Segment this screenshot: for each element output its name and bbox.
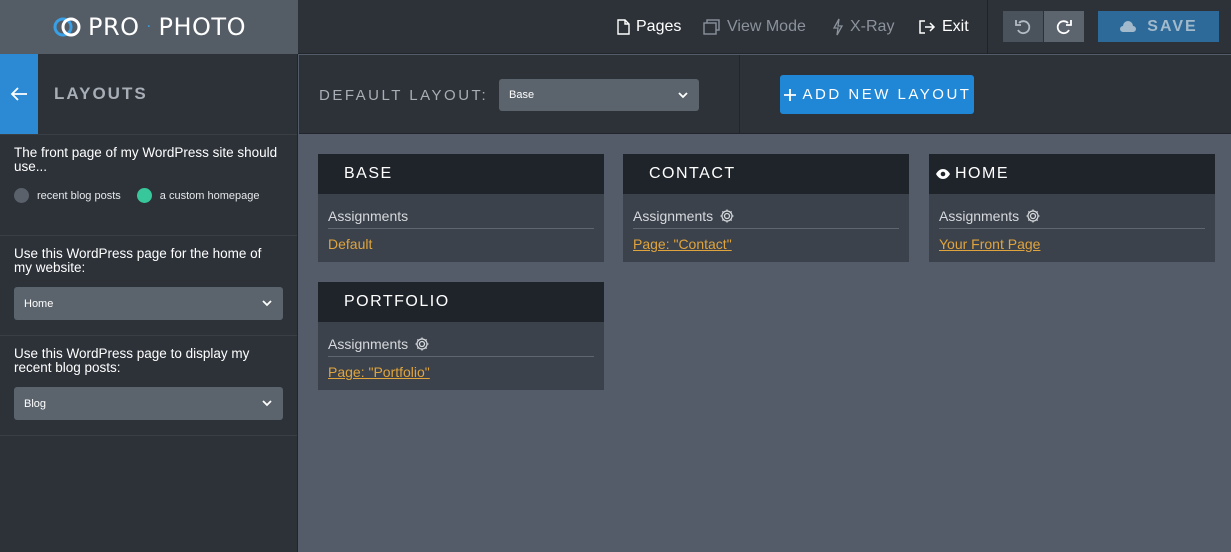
gear-icon[interactable] — [719, 208, 735, 224]
windows-icon — [703, 19, 720, 35]
layout-card-contact[interactable]: CONTACT Assignments Page: "Contact" — [623, 154, 909, 262]
undo-icon — [1015, 19, 1031, 34]
assignment-default: Default — [328, 236, 373, 252]
layouts-sidebar: LAYOUTS The front page of my WordPress s… — [0, 54, 298, 552]
eye-icon — [936, 169, 950, 179]
layout-card-title: BASE — [318, 154, 604, 194]
sidebar-header: LAYOUTS — [0, 54, 297, 135]
layout-card-title: PORTFOLIO — [318, 282, 604, 322]
front-page-radios: recent blog posts a custom homepage — [14, 188, 283, 203]
radio-recent-posts[interactable] — [14, 188, 29, 203]
logo-text-right: PHOTO — [158, 13, 246, 41]
plus-icon — [783, 88, 796, 101]
redo-button[interactable] — [1044, 11, 1084, 42]
redo-icon — [1056, 19, 1072, 34]
default-layout-label: DEFAULT LAYOUT: — [319, 87, 489, 104]
undo-button[interactable] — [1003, 11, 1043, 42]
home-page-setting: Use this WordPress page for the home of … — [0, 236, 297, 336]
cloud-icon — [1120, 20, 1137, 32]
assignments-row: Assignments — [328, 336, 594, 357]
nav-xray[interactable]: X-Ray — [832, 0, 894, 54]
assignments-row: Assignments — [633, 208, 899, 229]
layout-card-title: HOME — [955, 165, 1009, 182]
radio-custom-homepage-label[interactable]: a custom homepage — [160, 189, 260, 203]
nav-exit[interactable]: Exit — [918, 0, 969, 54]
gear-icon[interactable] — [414, 336, 430, 352]
page-icon — [617, 19, 630, 35]
layout-card-title: CONTACT — [623, 154, 909, 194]
topbar-divider — [987, 0, 988, 54]
assignment-link[interactable]: Your Front Page — [939, 236, 1205, 252]
assignments-label: Assignments — [633, 208, 714, 224]
exit-icon — [919, 20, 936, 34]
front-page-setting: The front page of my WordPress site shou… — [0, 135, 297, 236]
layout-card-home[interactable]: HOME Assignments Your Front Page — [929, 154, 1215, 262]
default-layout-select[interactable]: Base — [499, 79, 699, 111]
default-layout-value: Base — [509, 89, 535, 101]
save-label: SAVE — [1147, 17, 1198, 35]
back-button[interactable] — [0, 54, 38, 134]
logo-dot: · — [146, 19, 152, 35]
save-button[interactable]: SAVE — [1098, 11, 1219, 42]
home-page-label: Use this WordPress page for the home of … — [14, 246, 262, 275]
radio-custom-homepage[interactable] — [136, 188, 152, 203]
layout-toolbar: DEFAULT LAYOUT: Base ADD NEW LAYOUT — [299, 55, 1231, 134]
layout-card-header: HOME — [929, 154, 1215, 194]
assignments-label: Assignments — [328, 336, 409, 352]
blog-page-label: Use this WordPress page to display my re… — [14, 346, 250, 375]
toolbar-divider — [739, 55, 740, 134]
layout-card-portfolio[interactable]: PORTFOLIO Assignments Page: "Portfolio" — [318, 282, 604, 390]
logo-icon — [53, 17, 81, 37]
nav-xray-label: X-Ray — [850, 18, 895, 35]
blog-page-setting: Use this WordPress page to display my re… — [0, 336, 297, 436]
nav-exit-label: Exit — [942, 18, 969, 35]
radio-recent-posts-label[interactable]: recent blog posts — [37, 189, 121, 203]
assignments-row: Assignments — [939, 208, 1205, 229]
assignment-link[interactable]: Page: "Contact" — [633, 236, 899, 252]
history-controls — [1003, 11, 1084, 42]
home-page-value: Home — [24, 298, 54, 310]
sidebar-title: LAYOUTS — [54, 84, 148, 103]
chevron-down-icon — [262, 300, 272, 307]
nav-view-mode-label: View Mode — [727, 18, 806, 35]
add-new-layout-button[interactable]: ADD NEW LAYOUT — [780, 75, 974, 114]
assignments-row: Assignments — [328, 208, 594, 229]
prophoto-logo: PRO · PHOTO — [52, 13, 246, 41]
front-page-question: The front page of my WordPress site shou… — [14, 145, 278, 174]
assignments-label: Assignments — [939, 208, 1020, 224]
assignments-label: Assignments — [328, 208, 409, 224]
blog-page-value: Blog — [24, 398, 47, 410]
gear-icon[interactable] — [1025, 208, 1041, 224]
top-bar: PRO · PHOTO Pages View Mode X-Ray Exit S… — [0, 0, 1231, 54]
nav-pages-label: Pages — [636, 18, 682, 35]
logo-area: PRO · PHOTO — [0, 0, 298, 54]
add-new-layout-label: ADD NEW LAYOUT — [802, 86, 972, 103]
assignment-link[interactable]: Page: "Portfolio" — [328, 364, 594, 380]
chevron-down-icon — [262, 400, 272, 407]
nav-pages[interactable]: Pages — [616, 0, 681, 54]
chevron-down-icon — [678, 92, 688, 99]
home-page-select[interactable]: Home — [14, 287, 283, 320]
logo-text-left: PRO — [88, 13, 140, 41]
blog-page-select[interactable]: Blog — [14, 387, 283, 420]
arrow-left-icon — [10, 87, 27, 101]
nav-view-mode[interactable]: View Mode — [703, 0, 806, 54]
layout-card-base[interactable]: BASE Assignments Default — [318, 154, 604, 262]
lightning-icon — [832, 18, 844, 36]
